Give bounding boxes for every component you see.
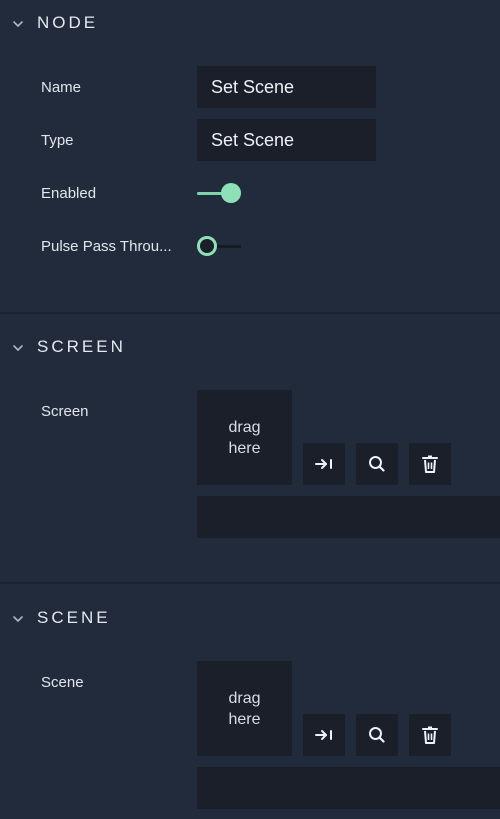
screen-find-button[interactable] <box>356 443 398 485</box>
section-title-scene: SCENE <box>37 608 111 627</box>
trash-icon <box>422 455 438 473</box>
properties-panel: NODE Name Type Enabled Pulse Pass Throu.… <box>0 0 500 819</box>
section-title-node: NODE <box>37 13 99 32</box>
screen-label: Screen <box>41 403 89 420</box>
chevron-down-icon[interactable] <box>11 17 25 31</box>
section-title-screen: SCREEN <box>37 337 126 356</box>
arrow-to-line-icon <box>315 459 332 469</box>
type-label: Type <box>41 132 74 149</box>
name-field[interactable] <box>197 66 376 108</box>
screen-clear-button[interactable] <box>409 443 451 485</box>
section-header-screen[interactable]: SCREEN <box>0 332 500 362</box>
screen-drop-zone[interactable]: drag here <box>197 390 292 485</box>
chevron-down-icon[interactable] <box>11 341 25 355</box>
screen-select-button[interactable] <box>303 443 345 485</box>
enabled-label: Enabled <box>41 185 97 202</box>
toggle-knob <box>221 183 241 203</box>
pulse-pass-through-label: Pulse Pass Throu... <box>41 238 172 255</box>
search-icon <box>369 456 385 472</box>
scene-find-button[interactable] <box>356 714 398 756</box>
trash-icon <box>422 726 438 744</box>
type-field[interactable] <box>197 119 376 161</box>
section-divider <box>0 582 500 584</box>
chevron-down-icon[interactable] <box>11 612 25 626</box>
drop-zone-text: drag here <box>228 418 261 457</box>
toggle-knob <box>197 236 217 256</box>
arrow-to-line-icon <box>315 730 332 740</box>
section-header-scene[interactable]: SCENE <box>0 603 500 633</box>
scene-drop-zone[interactable]: drag here <box>197 661 292 756</box>
scene-label: Scene <box>41 674 84 691</box>
screen-path-field[interactable] <box>197 496 500 538</box>
section-divider <box>0 312 500 314</box>
pulse-pass-through-toggle[interactable] <box>197 235 243 257</box>
scene-select-button[interactable] <box>303 714 345 756</box>
scene-path-field[interactable] <box>197 767 500 809</box>
search-icon <box>369 727 385 743</box>
scene-clear-button[interactable] <box>409 714 451 756</box>
drop-zone-text: drag here <box>228 689 261 728</box>
enabled-toggle[interactable] <box>197 182 243 204</box>
section-header-node[interactable]: NODE <box>0 8 500 38</box>
name-label: Name <box>41 79 82 96</box>
